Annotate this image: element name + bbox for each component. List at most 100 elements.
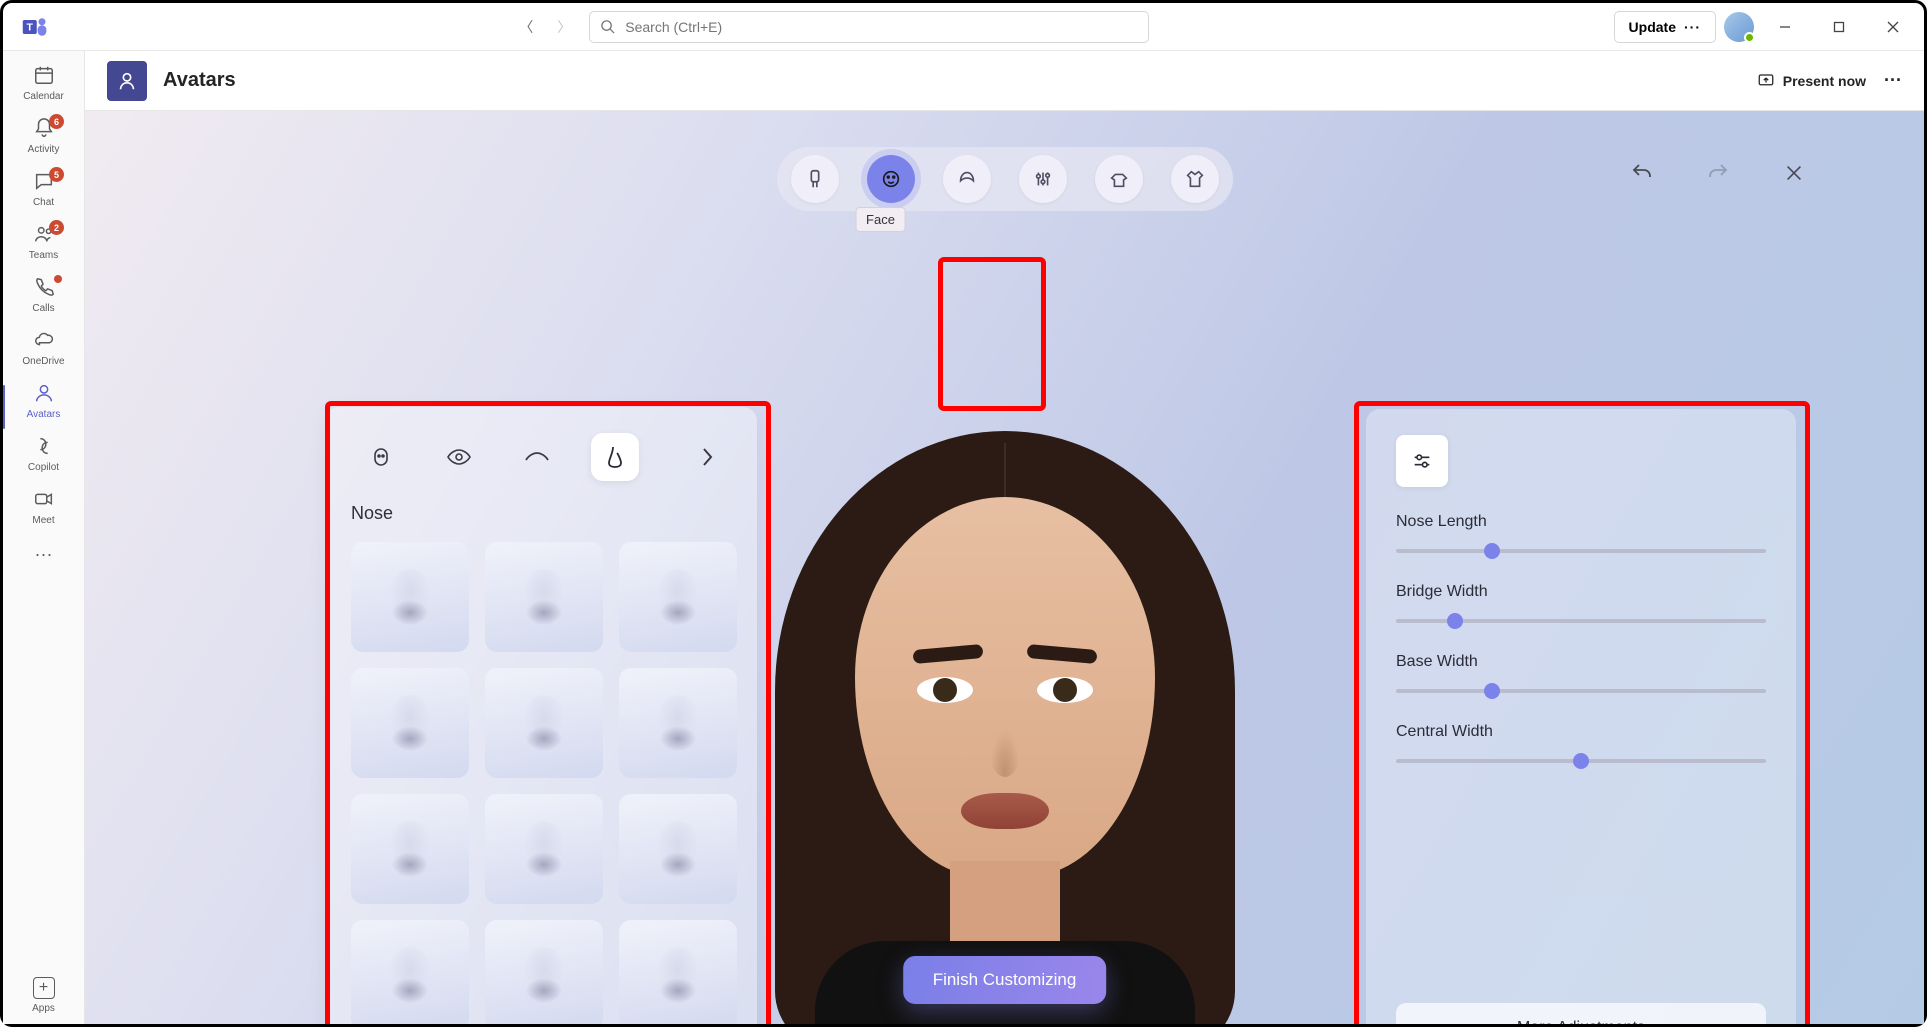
face-tab-nose[interactable] [591, 433, 639, 481]
rail-label: Calendar [23, 91, 64, 102]
cloud-icon [32, 328, 56, 352]
rail-meet[interactable]: Meet [3, 481, 84, 532]
finish-customizing-button[interactable]: Finish Customizing [903, 956, 1107, 1004]
adjustments-panel: Nose Length Bridge Width Base Width Central… [1366, 409, 1796, 1024]
rail-teams[interactable]: 2 Teams [3, 216, 84, 267]
window-close-button[interactable] [1870, 11, 1916, 43]
nose-option[interactable] [619, 542, 737, 652]
slider-bridge-width: Bridge Width [1396, 583, 1766, 623]
rail-label: Chat [33, 197, 54, 208]
avatars-app-tile-icon [107, 61, 147, 101]
nose-option[interactable] [351, 920, 469, 1024]
video-icon [32, 487, 56, 511]
rail-calls[interactable]: Calls [3, 269, 84, 320]
calendar-icon [32, 63, 56, 87]
slider-track[interactable] [1396, 759, 1766, 763]
feature-picker-panel: Nose [325, 407, 757, 1024]
app-rail: Calendar 6 Activity 5 Chat 2 Teams Calls [3, 51, 85, 1024]
annotation-box [938, 257, 1046, 411]
slider-label: Bridge Width [1396, 583, 1766, 601]
window-minimize-button[interactable] [1762, 11, 1808, 43]
nose-option[interactable] [619, 920, 737, 1024]
face-tab-head[interactable] [357, 433, 405, 481]
nose-option[interactable] [619, 668, 737, 778]
face-tab-next[interactable] [683, 433, 731, 481]
nose-option[interactable] [351, 542, 469, 652]
sliders-icon [1396, 435, 1448, 487]
search-box[interactable] [589, 11, 1149, 43]
slider-thumb[interactable] [1573, 753, 1589, 769]
plus-icon: + [33, 977, 55, 999]
nose-option[interactable] [485, 794, 603, 904]
nose-option[interactable] [351, 668, 469, 778]
avatar-person-icon [32, 381, 56, 405]
nose-option[interactable] [485, 920, 603, 1024]
category-clothing-button[interactable] [1171, 155, 1219, 203]
category-face-button[interactable] [867, 155, 915, 203]
undo-button[interactable] [1628, 159, 1656, 187]
nose-option[interactable] [351, 794, 469, 904]
present-label: Present now [1783, 73, 1866, 89]
rail-more-button[interactable]: ··· [35, 534, 53, 575]
rail-activity[interactable]: 6 Activity [3, 110, 84, 161]
update-button-label: Update [1629, 19, 1676, 35]
rail-chat[interactable]: 5 Chat [3, 163, 84, 214]
rail-label: OneDrive [22, 356, 64, 367]
chat-badge: 5 [49, 167, 64, 182]
nose-option[interactable] [485, 668, 603, 778]
category-bar [777, 147, 1233, 211]
content-header: Avatars Present now ··· [85, 51, 1924, 111]
slider-label: Base Width [1396, 653, 1766, 671]
slider-track[interactable] [1396, 549, 1766, 553]
face-tab-brows[interactable] [513, 433, 561, 481]
slider-thumb[interactable] [1484, 543, 1500, 559]
category-wardrobe-button[interactable] [1095, 155, 1143, 203]
category-appearance-button[interactable] [1019, 155, 1067, 203]
rail-label: Teams [29, 250, 58, 261]
rail-apps[interactable]: + Apps [3, 967, 84, 1024]
update-button[interactable]: Update ··· [1614, 11, 1716, 43]
slider-base-width: Base Width [1396, 653, 1766, 693]
rail-calendar[interactable]: Calendar [3, 57, 84, 108]
category-tooltip: Face [855, 207, 906, 232]
teams-badge: 2 [49, 220, 64, 235]
slider-label: Central Width [1396, 723, 1766, 741]
user-avatar[interactable] [1724, 12, 1754, 42]
copilot-icon [32, 434, 56, 458]
rail-label: Avatars [27, 409, 61, 420]
face-tab-eyes[interactable] [435, 433, 483, 481]
page-title: Avatars [163, 69, 236, 92]
title-bar: T 〈 〉 Update ··· [3, 3, 1924, 51]
calls-notification-dot [54, 275, 62, 283]
window-maximize-button[interactable] [1816, 11, 1862, 43]
rail-copilot[interactable]: Copilot [3, 428, 84, 479]
search-input[interactable] [625, 19, 1138, 35]
more-adjustments-button[interactable]: More Adjustments [1396, 1003, 1766, 1024]
redo-button[interactable] [1704, 159, 1732, 187]
header-more-button[interactable]: ··· [1884, 70, 1902, 91]
rail-avatars[interactable]: Avatars [3, 375, 84, 426]
feature-section-title: Nose [351, 503, 731, 524]
nav-forward-button[interactable]: 〉 [551, 14, 577, 40]
nose-option-grid [351, 542, 731, 1024]
category-body-button[interactable] [791, 155, 839, 203]
rail-label: Apps [32, 1003, 55, 1014]
rail-label: Activity [28, 144, 60, 155]
rail-label: Meet [32, 515, 54, 526]
rail-label: Calls [32, 303, 54, 314]
slider-thumb[interactable] [1484, 683, 1500, 699]
search-icon [600, 19, 615, 34]
nose-option[interactable] [485, 542, 603, 652]
nav-back-button[interactable]: 〈 [513, 14, 539, 40]
slider-nose-length: Nose Length [1396, 513, 1766, 553]
present-now-button[interactable]: Present now [1757, 72, 1866, 90]
svg-text:T: T [27, 21, 34, 33]
slider-track[interactable] [1396, 619, 1766, 623]
slider-track[interactable] [1396, 689, 1766, 693]
close-editor-button[interactable] [1780, 159, 1808, 187]
slider-thumb[interactable] [1447, 613, 1463, 629]
category-hair-button[interactable] [943, 155, 991, 203]
nose-option[interactable] [619, 794, 737, 904]
more-icon: ··· [1684, 19, 1701, 35]
rail-onedrive[interactable]: OneDrive [3, 322, 84, 373]
